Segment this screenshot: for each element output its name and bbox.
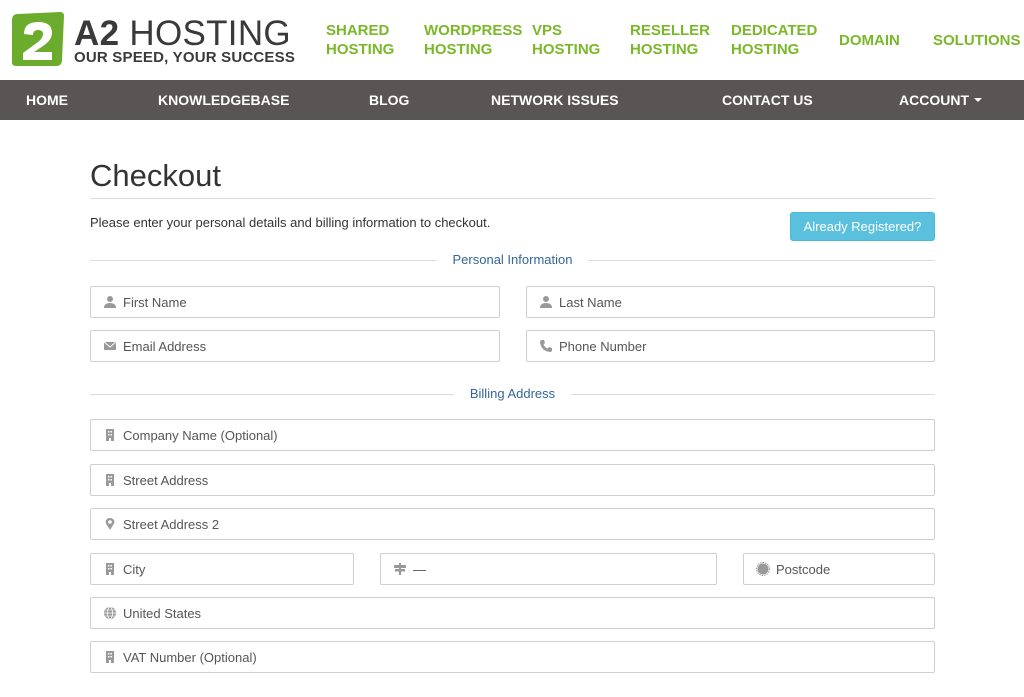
street-address-2-input[interactable]: Street Address 2 bbox=[90, 508, 935, 540]
city-input[interactable]: City bbox=[90, 553, 354, 585]
nav-home[interactable]: HOME bbox=[26, 80, 68, 120]
country-value: United States bbox=[123, 606, 202, 621]
topnav-reseller-hosting[interactable]: RESELLER HOSTING bbox=[630, 21, 710, 59]
phone-icon bbox=[539, 339, 553, 353]
company-name-input[interactable]: Company Name (Optional) bbox=[90, 419, 935, 451]
phone-input[interactable]: Phone Number bbox=[526, 330, 935, 362]
vat-number-input[interactable]: VAT Number (Optional) bbox=[90, 641, 935, 673]
nav-account-label: ACCOUNT bbox=[899, 92, 969, 108]
a2-hosting-logo[interactable]: A2 HOSTING OUR SPEED, YOUR SUCCESS bbox=[10, 8, 295, 70]
phone-placeholder: Phone Number bbox=[559, 339, 647, 354]
first-name-placeholder: First Name bbox=[123, 295, 187, 310]
postcode-input[interactable]: Postcode bbox=[743, 553, 935, 585]
city-placeholder: City bbox=[123, 562, 146, 577]
personal-info-label: Personal Information bbox=[438, 252, 587, 267]
envelope-icon bbox=[103, 339, 117, 353]
site-header: A2 HOSTING OUR SPEED, YOUR SUCCESS SHARE… bbox=[0, 0, 1024, 80]
topnav-shared-hosting[interactable]: SHARED HOSTING bbox=[326, 21, 394, 59]
street-address-2-placeholder: Street Address 2 bbox=[123, 517, 220, 532]
certificate-icon bbox=[756, 562, 770, 576]
signpost-icon bbox=[393, 562, 407, 576]
email-placeholder: Email Address bbox=[123, 339, 207, 354]
street-address-placeholder: Street Address bbox=[123, 473, 209, 488]
building-icon bbox=[103, 562, 117, 576]
topnav-vps-hosting[interactable]: VPS HOSTING bbox=[532, 21, 600, 59]
last-name-placeholder: Last Name bbox=[559, 295, 622, 310]
user-icon bbox=[103, 295, 117, 309]
email-input[interactable]: Email Address bbox=[90, 330, 500, 362]
personal-info-heading: Personal Information bbox=[90, 252, 935, 268]
globe-icon bbox=[103, 606, 117, 620]
street-address-input[interactable]: Street Address bbox=[90, 464, 935, 496]
nav-contact-us[interactable]: CONTACT US bbox=[722, 80, 813, 120]
building-icon bbox=[103, 473, 117, 487]
country-select[interactable]: United States bbox=[90, 597, 935, 629]
main-navbar: HOME KNOWLEDGEBASE BLOG NETWORK ISSUES C… bbox=[0, 80, 1024, 120]
nav-knowledgebase[interactable]: KNOWLEDGEBASE bbox=[158, 80, 289, 120]
topnav-solutions[interactable]: SOLUTIONS bbox=[933, 31, 1021, 50]
last-name-input[interactable]: Last Name bbox=[526, 286, 935, 318]
company-name-placeholder: Company Name (Optional) bbox=[123, 428, 278, 443]
brand-tagline: OUR SPEED, YOUR SUCCESS bbox=[74, 49, 296, 66]
building-icon bbox=[103, 650, 117, 664]
vat-number-placeholder: VAT Number (Optional) bbox=[123, 650, 257, 665]
topnav-wordpress-hosting[interactable]: WORDPRESS HOSTING bbox=[424, 21, 522, 59]
a2-logo-mark-icon bbox=[12, 12, 64, 66]
nav-account-dropdown[interactable]: ACCOUNT bbox=[899, 80, 982, 120]
map-marker-icon bbox=[103, 517, 117, 531]
topnav-dedicated-hosting[interactable]: DEDICATED HOSTING bbox=[731, 21, 817, 59]
nav-network-issues[interactable]: NETWORK ISSUES bbox=[491, 80, 619, 120]
user-icon bbox=[539, 295, 553, 309]
title-divider bbox=[90, 198, 935, 199]
nav-blog[interactable]: BLOG bbox=[369, 80, 409, 120]
billing-address-label: Billing Address bbox=[455, 386, 570, 401]
page-title: Checkout bbox=[90, 158, 221, 193]
already-registered-button[interactable]: Already Registered? bbox=[790, 212, 935, 241]
postcode-placeholder: Postcode bbox=[776, 562, 831, 577]
state-value: — bbox=[413, 562, 426, 577]
billing-address-heading: Billing Address bbox=[90, 386, 935, 402]
topnav-domain[interactable]: DOMAIN bbox=[839, 31, 900, 50]
first-name-input[interactable]: First Name bbox=[90, 286, 500, 318]
brand-name: A2 HOSTING bbox=[74, 14, 291, 53]
checkout-intro: Please enter your personal details and b… bbox=[90, 215, 491, 230]
caret-down-icon bbox=[974, 98, 982, 103]
state-select[interactable]: — bbox=[380, 553, 717, 585]
building-icon bbox=[103, 428, 117, 442]
